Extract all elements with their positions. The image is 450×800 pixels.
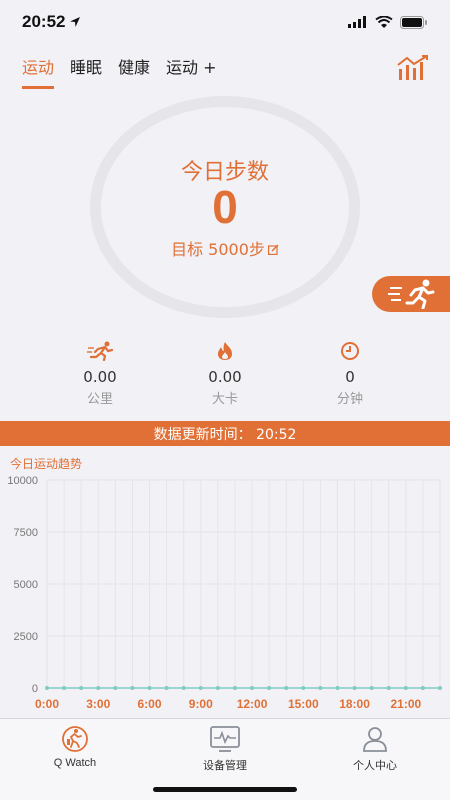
data-point (79, 686, 84, 690)
y-tick-label: 0 (32, 683, 38, 695)
data-point (403, 686, 408, 690)
data-point (420, 686, 425, 690)
stat-calories: 0.00 大卡 (175, 340, 275, 407)
y-tick-label: 5000 (14, 579, 38, 591)
steps-count: 0 (212, 181, 238, 233)
tabbar-label-personal: 个人中心 (353, 760, 397, 772)
trend-chart-button[interactable] (396, 54, 430, 82)
tab-sleep[interactable]: 睡眠 (70, 54, 102, 89)
data-point (96, 686, 101, 690)
data-point (181, 686, 186, 690)
y-tick-label: 7500 (14, 527, 38, 539)
running-man-icon (388, 279, 435, 309)
data-point (335, 686, 340, 690)
step-goal-label: 目标 5000步 (171, 240, 265, 259)
data-point (386, 686, 391, 690)
edit-icon (267, 244, 279, 255)
data-point (438, 686, 442, 690)
tabbar-personal-center[interactable]: 个人中心 (315, 725, 435, 773)
x-tick-label: 3:00 (86, 697, 110, 711)
data-point (62, 686, 67, 690)
distance-value: 0.00 (83, 368, 117, 386)
flame-icon (218, 342, 232, 360)
data-point (164, 686, 169, 690)
data-point (130, 686, 135, 690)
data-point (267, 686, 272, 690)
data-point (45, 686, 49, 690)
tabbar-label-device: 设备管理 (203, 760, 247, 772)
x-tick-label: 0:00 (35, 697, 59, 711)
tab-exercise-plus[interactable]: 运动 + (166, 54, 217, 89)
step-goal[interactable]: 目标 5000步 (90, 236, 360, 260)
step-ring: 今日步数 0 目标 5000步 (90, 96, 360, 318)
status-icons (348, 15, 428, 29)
stat-distance: 0.00 公里 (50, 340, 150, 407)
data-point (318, 686, 323, 690)
y-tick-label: 2500 (14, 631, 38, 643)
x-tick-label: 18:00 (339, 697, 370, 711)
x-tick-label: 15:00 (288, 697, 319, 711)
location-arrow-icon (70, 17, 81, 27)
device-icon (210, 726, 240, 752)
watch-icon (62, 726, 88, 752)
home-indicator (153, 787, 297, 792)
duration-value: 0 (345, 368, 355, 386)
top-tabs: 运动 睡眠 健康 运动 + (22, 54, 217, 89)
data-point (215, 686, 220, 690)
clock-icon (341, 342, 359, 360)
distance-unit: 公里 (86, 392, 113, 407)
wifi-icon (375, 15, 393, 28)
data-point (352, 686, 357, 690)
data-point (301, 686, 306, 690)
clock-text: 20:52 (22, 12, 66, 31)
tab-exercise[interactable]: 运动 (22, 54, 55, 89)
status-bar: 20:52 (0, 0, 450, 44)
x-tick-label: 21:00 (390, 697, 421, 711)
data-update-bar: 数据更新时间： 20:52 (0, 421, 450, 446)
calories-unit: 大卡 (211, 392, 238, 407)
x-tick-label: 9:00 (189, 697, 213, 711)
data-point (147, 686, 152, 690)
start-run-button[interactable] (372, 276, 450, 312)
tabbar-q-watch[interactable]: Q Watch (15, 725, 135, 769)
calories-value: 0.00 (208, 368, 242, 386)
x-tick-label: 12:00 (237, 697, 268, 711)
stat-duration: 0 分钟 (300, 340, 400, 407)
y-tick-label: 10000 (7, 475, 38, 487)
data-point (369, 686, 374, 690)
data-point (250, 686, 255, 690)
tabbar-label-q-watch: Q Watch (53, 757, 97, 769)
stats-row: 0.00 公里 0.00 大卡 0 分钟 (0, 340, 450, 407)
x-tick-label: 6:00 (138, 697, 162, 711)
data-point (232, 686, 237, 690)
activity-trend-chart: 0 2500 5000 7500 10000 0:00 3:00 6:00 9:00 12:00 1… (7, 475, 442, 711)
status-time: 20:52 (22, 12, 81, 32)
data-point (284, 686, 289, 690)
running-icon (87, 341, 113, 361)
tab-health[interactable]: 健康 (118, 54, 150, 89)
signal-icon (348, 16, 366, 28)
data-point (198, 686, 203, 690)
tabbar-device-management[interactable]: 设备管理 (165, 725, 285, 773)
trend-chart-icon (397, 55, 428, 80)
battery-icon (400, 15, 427, 29)
data-point (113, 686, 118, 690)
person-icon (363, 727, 387, 752)
duration-unit: 分钟 (336, 392, 363, 407)
